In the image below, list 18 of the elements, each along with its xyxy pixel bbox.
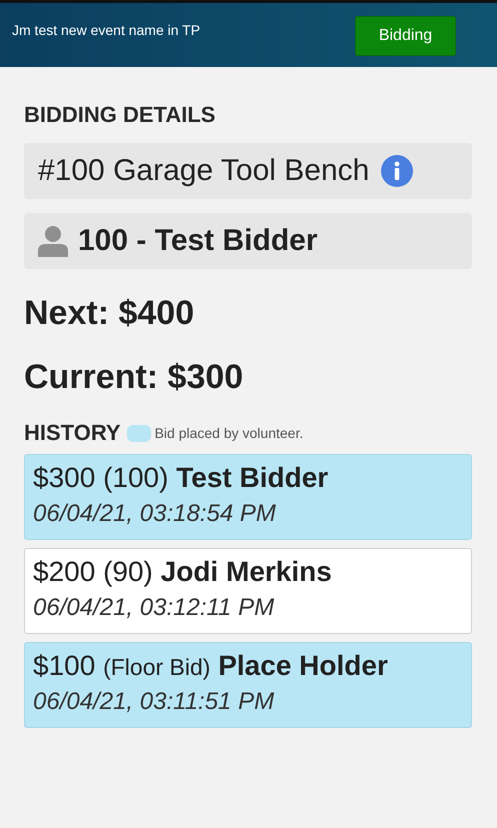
bid-time: 06/04/21, 03:18:54 PM bbox=[33, 500, 277, 528]
bid-summary: $200 (90) Jodi Merkins bbox=[33, 556, 333, 588]
person-icon bbox=[38, 225, 68, 257]
info-icon[interactable] bbox=[381, 155, 414, 187]
bid-summary: $300 (100) Test Bidder bbox=[33, 462, 330, 494]
current-bid: Current: $300 bbox=[24, 358, 244, 397]
bidder-name: 100 - Test Bidder bbox=[78, 224, 318, 258]
bidding-button[interactable]: Bidding bbox=[355, 16, 456, 56]
bid-time: 06/04/21, 03:12:11 PM bbox=[33, 594, 276, 622]
legend-text: Bid placed by volunteer. bbox=[154, 425, 304, 441]
history-heading: HISTORY bbox=[24, 420, 121, 446]
bid-time: 06/04/21, 03:11:51 PM bbox=[33, 688, 276, 716]
bid-summary: $100 (Floor Bid) Place Holder bbox=[33, 650, 389, 682]
volunteer-swatch bbox=[126, 424, 151, 442]
section-heading: BIDDING DETAILS bbox=[24, 102, 216, 128]
event-title: Jm test new event name in TP bbox=[12, 22, 200, 38]
next-bid: Next: $400 bbox=[24, 294, 196, 333]
item-name: #100 Garage Tool Bench bbox=[38, 154, 370, 188]
